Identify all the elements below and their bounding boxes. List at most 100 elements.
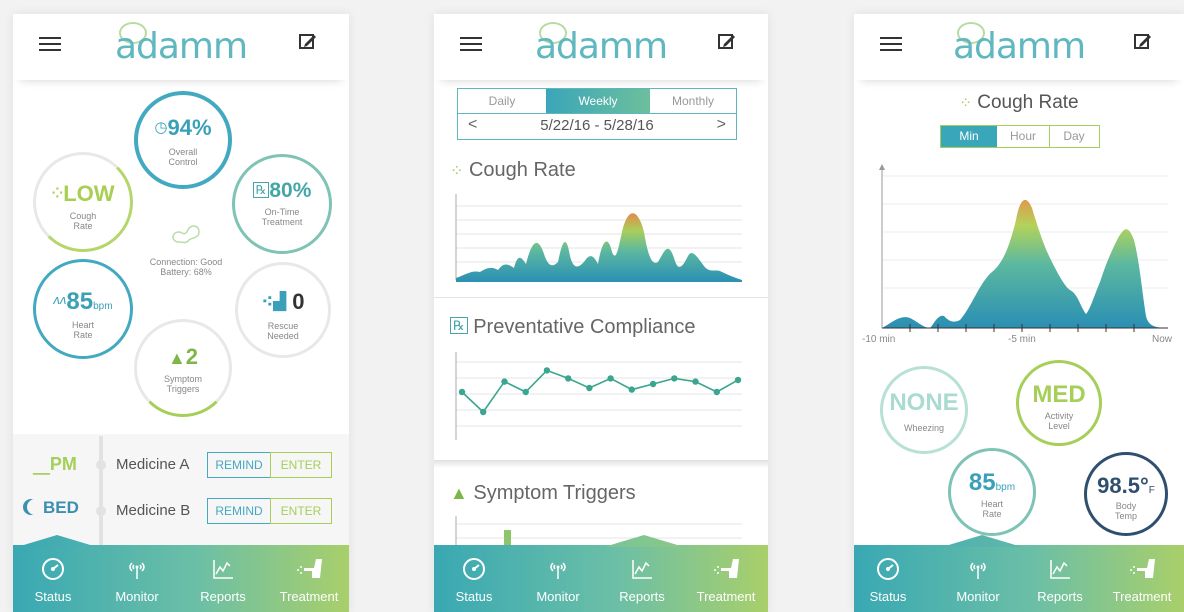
period-daily[interactable]: Daily [458,89,546,113]
signal-icon [129,562,145,579]
medicine-row: ▁▁PM Medicine A REMIND ENTER [13,450,349,480]
tab-status[interactable]: Status [13,555,95,604]
cough-rate-minute-chart [879,164,1168,332]
wheezing-value: NONE [889,389,959,416]
compliance-label: Preventative Compliance [473,316,696,338]
activity-label: Activity [1044,411,1074,421]
on-time-treatment-gauge[interactable]: ℞ 80% On-Time Treatment [232,154,332,254]
temp-unit: F [1148,485,1155,496]
prev-week-button[interactable]: < [468,116,477,134]
range-selector: Min Hour Day [940,125,1100,148]
wheezing-gauge[interactable]: NONE Wheezing [880,366,968,454]
monitor-screen: adamm ⁘ Cough Rate Min Hour Day -10 min … [854,14,1184,612]
heart-unit: bpm [995,482,1016,493]
symptom-triggers-gauge[interactable]: ▲2 Symptom Triggers [134,319,232,417]
temp-label: Body [1115,501,1137,511]
tab-label: Status [455,589,493,604]
cough-label: Cough [69,211,97,221]
period-weekly[interactable]: Weekly [546,89,650,113]
tab-label: Treatment [1112,589,1172,604]
inhaler-icon [1130,559,1155,578]
next-week-button[interactable]: > [717,116,726,134]
ontime-value: 80% [269,179,312,202]
tab-reports[interactable]: Reports [181,555,265,604]
heart-rate-gauge[interactable]: ᴧᴧ85bpm Heart Rate [33,259,133,359]
edit-icon[interactable] [299,32,317,50]
status-screen: adamm ◷94% Overall Control ⁘LOW Cough Rate… [13,14,349,612]
cough-rate-gauge[interactable]: ⁘LOW Cough Rate [33,152,133,252]
menu-icon[interactable] [460,37,482,51]
cough-rate-title[interactable]: ⁘ Cough Rate [450,159,576,182]
inhaler-icon [297,559,322,578]
enter-button[interactable]: ENTER [270,452,332,478]
chart-icon [213,560,233,579]
app-logo: adamm [952,26,1086,67]
edit-icon[interactable] [718,32,736,50]
temp-label-2: Temp [1114,511,1137,521]
remind-button-2[interactable]: REMIND [207,498,271,524]
menu-icon[interactable] [39,37,61,51]
range-min[interactable]: Min [941,126,997,147]
symptom-triggers-title[interactable]: ▲ Symptom Triggers [450,482,636,505]
range-day[interactable]: Day [1049,126,1099,147]
tab-status[interactable]: Status [854,555,930,604]
app-header: adamm [854,14,1184,80]
gauge-icon [463,558,485,580]
x-label-mid: -5 min [1008,334,1036,345]
pm-sun-icon: ▁▁PM [33,454,77,475]
tab-status[interactable]: Status [434,555,516,604]
rescue-needed-gauge[interactable]: ⁖▟ 0 Rescue Needed [235,262,331,358]
cough-rate-chart [455,194,742,282]
remind-button[interactable]: REMIND [207,452,271,478]
overall-control-gauge[interactable]: ◷94% Overall Control [134,91,232,189]
heart-rate-gauge[interactable]: 85bpm Heart Rate [948,448,1036,536]
ontime-label: On-Time [264,207,300,217]
prescription-icon: ℞ [252,182,270,198]
compliance-point [543,367,551,374]
edit-icon[interactable] [1134,32,1152,50]
signal-icon [970,562,986,579]
period-monthly[interactable]: Monthly [650,89,736,113]
warning-icon: ▲ [450,483,468,503]
tab-treatment[interactable]: Treatment [267,555,349,604]
tab-monitor[interactable]: Monitor [936,555,1020,604]
tab-treatment[interactable]: Treatment [1100,555,1184,604]
timeline-dot [96,506,106,516]
monitor-title: ⁘ Cough Rate [854,92,1184,114]
app-header: adamm [13,14,349,80]
gauge-icon [877,558,899,580]
compliance-title[interactable]: ℞ Preventative Compliance [450,316,696,339]
triggers-label-2: Triggers [166,384,200,394]
tab-monitor[interactable]: Monitor [95,555,179,604]
heart-label: Heart [71,320,94,330]
rescue-value: 0 [292,289,305,314]
body-temp-gauge[interactable]: 98.5°F Body Temp [1084,452,1168,536]
tab-treatment[interactable]: Treatment [684,555,768,604]
compliance-point [692,378,699,385]
tab-label: Treatment [279,589,339,604]
range-hour[interactable]: Hour [997,126,1050,147]
tab-reports[interactable]: Reports [600,555,684,604]
divider [434,297,768,298]
tab-reports[interactable]: Reports [1018,555,1102,604]
tab-bar: Status Monitor Reports Treatment [854,535,1184,612]
tab-label: Reports [619,589,665,604]
wheezing-label: Wheezing [903,423,945,433]
period-selector: Daily Weekly Monthly < 5/22/16 - 5/28/16… [457,88,737,140]
menu-icon[interactable] [880,37,902,51]
monitor-title-label: Cough Rate [977,92,1079,113]
enter-button-2[interactable]: ENTER [270,498,332,524]
tab-monitor[interactable]: Monitor [516,555,600,604]
heart-unit: bpm [93,301,113,312]
compliance-point [458,388,466,396]
chart-icon [632,560,652,579]
activity-level-gauge[interactable]: MED Activity Level [1016,360,1102,446]
med-name-2: Medicine B [116,502,191,519]
rescue-label: Rescue [267,321,299,331]
compliance-point [713,388,720,396]
heart-label-2: Rate [73,330,93,340]
medicine-schedule: ▁▁PM Medicine A REMIND ENTER BED Medicin… [13,434,349,554]
battery-status: Battery: 68% [160,267,212,277]
gauge-icon [42,558,64,580]
activity-value: MED [1032,381,1086,408]
